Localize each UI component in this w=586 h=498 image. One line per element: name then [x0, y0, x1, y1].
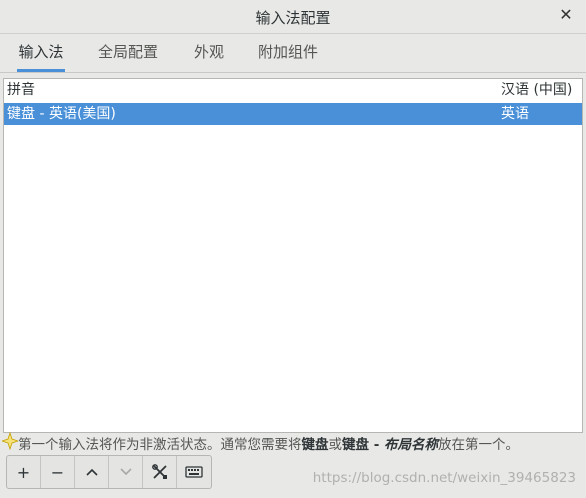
list-item[interactable]: 拼音 汉语 (中国): [4, 79, 582, 101]
hint-part: 放在第一个。: [438, 437, 520, 452]
input-method-language: 汉语 (中国): [501, 82, 573, 98]
hint-part: 第一个输入法将作为非激活状态。通常您需要将: [18, 437, 302, 452]
chevron-down-icon: [119, 468, 132, 476]
remove-button[interactable]: −: [41, 456, 75, 488]
configure-button[interactable]: [143, 456, 177, 488]
star-icon: [2, 432, 18, 450]
tab-input-methods[interactable]: 输入法: [17, 34, 65, 72]
hint-italic: 布局名称: [384, 437, 439, 452]
input-method-list[interactable]: 拼音 汉语 (中国) 键盘 - 英语(美国) 英语: [3, 78, 583, 433]
watermark: https://blog.csdn.net/weixin_39465823: [312, 470, 576, 486]
keyboard-icon: [185, 466, 203, 478]
add-button[interactable]: +: [7, 456, 41, 488]
tools-icon: [151, 464, 167, 479]
title-bar: 输入法配置 ✕: [0, 0, 586, 34]
hint-bold: 键盘: [301, 437, 329, 452]
minus-icon: −: [50, 462, 65, 482]
tab-global-config[interactable]: 全局配置: [96, 34, 160, 70]
close-icon[interactable]: ✕: [556, 5, 576, 25]
hint-bold: 键盘 -: [342, 437, 385, 452]
plus-icon: +: [16, 462, 31, 482]
chevron-up-icon: [85, 468, 98, 476]
input-method-language: 英语: [501, 106, 529, 122]
hint-text: 第一个输入法将作为非激活状态。通常您需要将键盘或键盘 - 布局名称放在第一个。: [0, 432, 586, 452]
tab-bar: 输入法 全局配置 外观 附加组件: [0, 34, 586, 73]
move-up-button[interactable]: [75, 456, 109, 488]
window-title: 输入法配置: [255, 9, 331, 27]
keyboard-layout-button[interactable]: [177, 456, 211, 488]
input-method-name: 键盘 - 英语(美国): [7, 106, 116, 122]
input-method-name: 拼音: [7, 82, 35, 98]
hint-part: 或: [328, 437, 343, 452]
list-toolbar: + −: [6, 455, 212, 489]
tab-appearance[interactable]: 外观: [192, 34, 226, 70]
move-down-button[interactable]: [109, 456, 143, 488]
tab-addons[interactable]: 附加组件: [256, 34, 320, 70]
list-item[interactable]: 键盘 - 英语(美国) 英语: [4, 103, 582, 125]
